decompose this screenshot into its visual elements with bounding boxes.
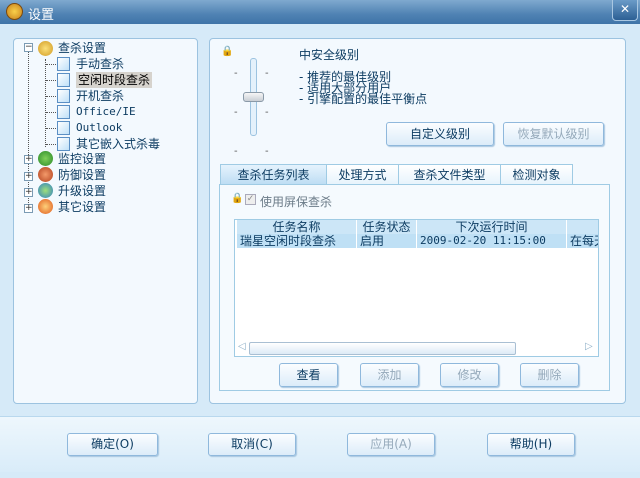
level-title: 中安全级别 xyxy=(299,48,360,62)
cell-task-name: 瑞星空闲时段查杀 xyxy=(237,234,357,248)
tree-group-update[interactable]: 升级设置 xyxy=(58,183,106,199)
column-header[interactable]: 任务状态 xyxy=(357,220,417,234)
tab-detection-objects[interactable]: 检测对象 xyxy=(500,164,573,185)
tab-scan-file-types[interactable]: 查杀文件类型 xyxy=(398,164,501,185)
tree-item[interactable]: Office/IE xyxy=(76,104,136,120)
help-button[interactable]: 帮助(H) xyxy=(487,433,575,456)
task-table: 任务名称 任务状态 下次运行时间 1 瑞星空闲时段查杀 启用 2009-02-2… xyxy=(234,219,599,357)
settings-tree: − 查杀设置 手动查杀 空闲时段查杀 开机查杀 Office/IE Outlook 其它嵌… xyxy=(13,38,198,404)
slider-ticks-left: --- xyxy=(234,68,238,157)
expand-toggle[interactable]: + xyxy=(24,204,33,213)
add-task-button[interactable]: 添加 xyxy=(360,363,419,387)
tree-item[interactable]: 开机查杀 xyxy=(76,88,124,104)
scroll-right-icon[interactable]: ▷ xyxy=(585,341,593,352)
cancel-button[interactable]: 取消(C) xyxy=(208,433,296,456)
document-icon xyxy=(57,121,70,135)
expand-toggle[interactable]: + xyxy=(24,155,33,164)
collapse-toggle[interactable]: − xyxy=(24,43,33,52)
scan-magnifier-icon xyxy=(38,41,53,56)
ok-button[interactable]: 确定(O) xyxy=(67,433,158,456)
level-description: - 推荐的最佳级别 - 适用大部分用户 - 引擎配置的最佳平衡点 xyxy=(299,71,428,106)
window-title: 设置 xyxy=(28,8,55,23)
tree-group-monitor[interactable]: 监控设置 xyxy=(58,151,106,167)
scrollbar-thumb[interactable] xyxy=(249,342,516,355)
screensaver-scan-checkbox[interactable]: ✓ xyxy=(245,194,256,205)
cell-schedule: 在每天 xyxy=(567,234,598,248)
tree-item[interactable]: 空闲时段查杀 xyxy=(76,72,153,88)
lock-icon: 🔒 xyxy=(231,193,244,204)
document-icon xyxy=(57,73,70,87)
slider-ticks-right: --- xyxy=(265,68,269,157)
document-icon xyxy=(57,105,70,119)
cell-next-run: 2009-02-20 11:15:00 xyxy=(417,234,567,248)
edit-task-button[interactable]: 修改 xyxy=(440,363,499,387)
column-header[interactable]: 下次运行时间 xyxy=(417,220,567,234)
restore-default-level-button[interactable]: 恢复默认级别 xyxy=(503,122,604,146)
tab-scan-task-list[interactable]: 查杀任务列表 xyxy=(220,164,327,185)
expand-toggle[interactable]: + xyxy=(24,172,33,181)
level-point: - 引擎配置的最佳平衡点 xyxy=(299,92,428,106)
apply-button[interactable]: 应用(A) xyxy=(347,433,435,456)
scroll-left-icon[interactable]: ◁ xyxy=(238,341,246,352)
document-icon xyxy=(57,137,70,151)
delete-task-button[interactable]: 删除 xyxy=(520,363,579,387)
umbrella-icon xyxy=(38,151,53,166)
document-icon xyxy=(57,89,70,103)
glove-icon xyxy=(38,167,53,182)
tree-item[interactable]: Outlook xyxy=(76,120,122,136)
horizontal-scrollbar[interactable]: ◁ ▷ xyxy=(235,341,598,356)
tree-group-defense[interactable]: 防御设置 xyxy=(58,167,106,183)
document-icon xyxy=(57,57,70,71)
column-header[interactable]: 1 xyxy=(567,220,598,234)
cell-task-status: 启用 xyxy=(357,234,417,248)
tab-handling-method[interactable]: 处理方式 xyxy=(326,164,399,185)
screensaver-scan-label: 使用屏保查杀 xyxy=(260,195,333,209)
globe-icon xyxy=(38,183,53,198)
custom-level-button[interactable]: 自定义级别 xyxy=(386,122,494,146)
app-logo-icon xyxy=(6,3,23,20)
column-header[interactable]: 任务名称 xyxy=(237,220,357,234)
tree-group-other[interactable]: 其它设置 xyxy=(58,199,106,215)
view-task-button[interactable]: 查看 xyxy=(279,363,338,387)
gear-icon xyxy=(38,199,53,214)
close-button[interactable]: ✕ xyxy=(612,0,638,21)
tree-group-scan[interactable]: 查杀设置 xyxy=(58,40,106,56)
lock-icon: 🔒 xyxy=(221,46,234,57)
title-bar: 设置 ✕ xyxy=(0,0,640,24)
slider-thumb[interactable] xyxy=(243,92,264,102)
tree-item[interactable]: 其它嵌入式杀毒 xyxy=(76,136,160,152)
expand-toggle[interactable]: + xyxy=(24,188,33,197)
tree-item[interactable]: 手动查杀 xyxy=(76,56,124,72)
